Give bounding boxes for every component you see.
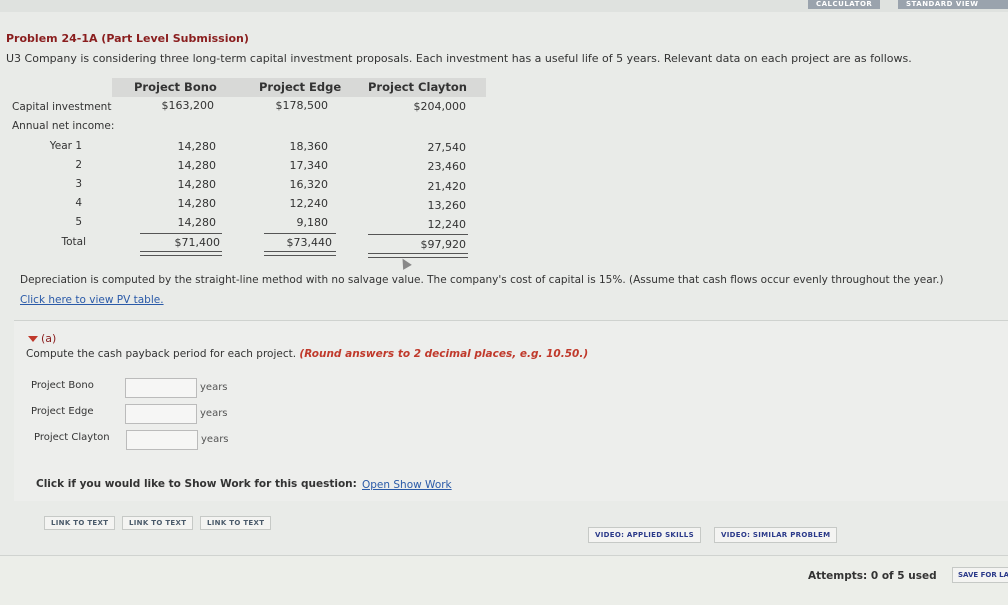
calculator-button[interactable]: CALCULATOR [808,0,881,9]
capital-bono: $163,200 [161,99,215,112]
subtotal-rule [368,234,468,235]
clayton-year-value: 23,460 [427,160,467,173]
link-to-text-button[interactable]: LINK TO TEXT [122,516,194,530]
year-label: 3 [75,178,82,190]
save-for-later-button[interactable]: SAVE FOR LATER [952,567,1008,583]
capital-clayton: $204,000 [413,100,467,113]
total-edge: $73,440 [286,236,333,249]
header-project-edge: Project Edge [259,80,342,94]
answer-label-bono: Project Bono [31,380,94,391]
video-similar-problem-button[interactable]: VIDEO: SIMILAR PROBLEM [714,527,838,543]
link-to-text-button[interactable]: LINK TO TEXT [200,516,272,530]
payback-input-clayton[interactable] [126,430,198,450]
bono-year-value: 14,280 [177,216,217,229]
capital-edge: $178,500 [275,99,329,112]
total-clayton: $97,920 [420,238,467,251]
problem-title: Problem 24-1A (Part Level Submission) [6,32,249,45]
edge-year-value: 9,180 [296,216,329,229]
edge-year-value: 16,320 [289,178,329,191]
clayton-year-value: 13,260 [427,199,467,212]
edge-year-value: 12,240 [289,197,329,210]
subtotal-rule [140,233,222,234]
bono-year-value: 14,280 [177,178,217,191]
part-a-question: Compute the cash payback period for each… [26,348,588,360]
header-project-clayton: Project Clayton [368,80,467,94]
edge-year-value: 18,360 [289,140,329,153]
mouse-cursor-icon [398,256,412,270]
part-a-label: (a) [41,332,57,345]
collapse-caret-icon[interactable] [28,336,38,342]
total-label: Total [61,236,86,248]
payback-input-bono[interactable] [125,378,197,398]
clayton-year-value: 27,540 [427,141,467,154]
video-applied-skills-button[interactable]: VIDEO: APPLIED SKILLS [588,527,701,543]
year-label: Year 1 [49,140,82,152]
bono-year-value: 14,280 [177,159,217,172]
pv-table-link[interactable]: Click here to view PV table. [20,294,164,306]
clayton-year-value: 21,420 [427,180,467,193]
depreciation-note: Depreciation is computed by the straight… [20,274,944,286]
clayton-year-value: 12,240 [427,218,467,231]
unit-years: years [200,408,228,419]
header-project-bono: Project Bono [134,80,217,94]
total-double-rule [140,251,222,256]
payback-input-edge[interactable] [125,404,197,424]
edge-year-value: 17,340 [289,159,329,172]
answer-label-edge: Project Edge [31,406,94,417]
year-label: 5 [75,216,82,228]
total-double-rule [264,251,336,256]
total-double-rule [368,253,468,258]
bono-year-value: 14,280 [177,140,217,153]
standard-view-button[interactable]: STANDARD VIEW [898,0,1008,9]
open-show-work-link[interactable]: Open Show Work [362,479,452,491]
part-a-hint: (Round answers to 2 decimal places, e.g.… [299,348,589,360]
link-to-text-button[interactable]: LINK TO TEXT [44,516,116,530]
subtotal-rule [264,233,336,234]
annual-net-income-label: Annual net income: [12,120,115,132]
capital-investment-label: Capital investment [12,101,112,113]
total-bono: $71,400 [174,236,221,249]
answer-label-clayton: Project Clayton [34,432,110,443]
unit-years: years [201,434,229,445]
attempts-counter: Attempts: 0 of 5 used [808,570,937,582]
year-label: 4 [75,197,82,209]
bono-year-value: 14,280 [177,197,217,210]
unit-years: years [200,382,228,393]
problem-description: U3 Company is considering three long-ter… [6,52,912,65]
show-work-prompt: Click if you would like to Show Work for… [36,478,357,490]
year-label: 2 [75,159,82,171]
part-a-question-text: Compute the cash payback period for each… [26,348,297,360]
